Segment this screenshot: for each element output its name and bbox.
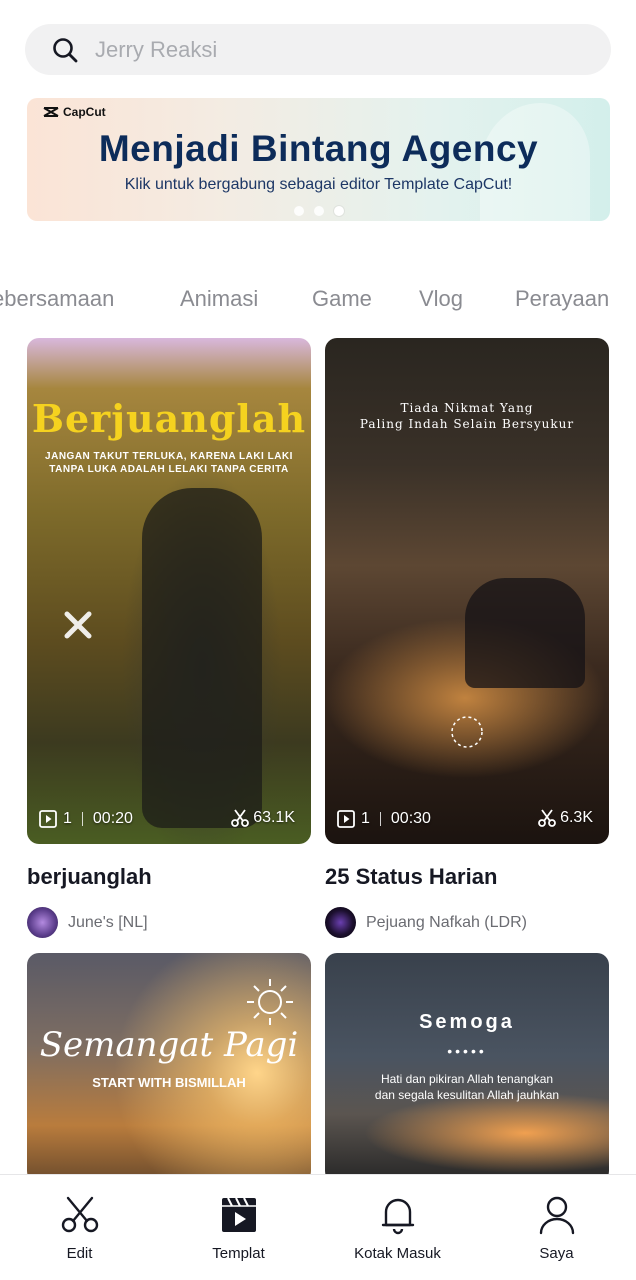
card-author[interactable]: Pejuang Nafkah (LDR) xyxy=(325,907,527,938)
thumbnail-caption: Tiada Nikmat Yang Paling Indah Selain Be… xyxy=(325,400,609,432)
scissors-icon xyxy=(58,1193,102,1237)
x-mark-icon xyxy=(64,611,92,639)
tab-label: Edit xyxy=(66,1245,93,1262)
divider xyxy=(379,812,381,826)
play-square-icon xyxy=(39,810,57,828)
author-name: Pejuang Nafkah (LDR) xyxy=(366,913,527,931)
thumbnail-caption: Hati dan pikiran Allah tenangkan dan seg… xyxy=(325,1071,609,1103)
tab-edit[interactable]: Edit xyxy=(0,1175,159,1280)
search-bar[interactable] xyxy=(25,24,611,75)
thumbnail-figure xyxy=(465,578,585,688)
clapper-icon xyxy=(217,1193,261,1237)
scissors-icon xyxy=(538,809,556,827)
duration: 00:20 xyxy=(92,810,133,827)
ellipsis-ornament: ••••• xyxy=(447,1043,487,1059)
pagination-dot[interactable] xyxy=(293,206,304,216)
usage-info: 63.1K xyxy=(230,808,295,828)
clip-count: 1 xyxy=(361,810,370,827)
play-square-icon xyxy=(337,810,355,828)
category-tabs: ebersamaan Animasi Game Vlog Perayaan xyxy=(0,282,636,318)
banner-pagination xyxy=(27,206,610,216)
capcut-logo-text: CapCut xyxy=(63,105,106,119)
bottom-tab-bar: Edit Templat Kotak Masuk Saya xyxy=(0,1174,636,1280)
thumbnail-title: Semangat Pagi xyxy=(39,1025,299,1065)
template-card-thumbnail[interactable]: Tiada Nikmat Yang Paling Indah Selain Be… xyxy=(325,338,609,844)
template-card-thumbnail[interactable]: Berjuanglah JANGAN TAKUT TERLUKA, KARENA… xyxy=(27,338,311,844)
usage-count: 6.3K xyxy=(560,809,593,826)
clip-info: 1 00:20 xyxy=(39,810,133,828)
thumbnail-figure xyxy=(142,488,262,828)
tab-templat[interactable]: Templat xyxy=(159,1175,318,1280)
search-icon xyxy=(51,36,79,64)
person-icon xyxy=(535,1193,579,1237)
avatar xyxy=(325,907,356,938)
sun-icon xyxy=(247,979,293,1025)
scissors-icon xyxy=(231,809,250,827)
capcut-logo-icon xyxy=(43,107,59,117)
author-name: June's [NL] xyxy=(68,913,148,931)
category-tab[interactable]: ebersamaan xyxy=(0,286,114,312)
clip-count: 1 xyxy=(63,810,72,827)
thumbnail-caption: START WITH BISMILLAH xyxy=(92,1075,246,1090)
thumbnail-title: Berjuanglah xyxy=(31,396,307,441)
category-tab[interactable]: Game xyxy=(312,286,372,312)
avatar xyxy=(27,907,58,938)
usage-count: 63.1K xyxy=(253,809,295,826)
category-tab[interactable]: Animasi xyxy=(180,286,258,312)
thumbnail-caption-line: Hati dan pikiran Allah tenangkan xyxy=(380,1072,554,1086)
pagination-dot-active[interactable] xyxy=(333,206,344,216)
thumbnail-caption-line: dan segala kesulitan Allah jauhkan xyxy=(374,1088,560,1102)
divider xyxy=(81,812,83,826)
thumbnail-title: Semoga xyxy=(419,1011,515,1033)
template-card-thumbnail[interactable]: Semoga ••••• Hati dan pikiran Allah tena… xyxy=(325,953,609,1183)
search-input[interactable] xyxy=(95,36,575,63)
tab-label: Kotak Masuk xyxy=(354,1245,441,1262)
pagination-dot[interactable] xyxy=(313,206,324,216)
tab-label: Saya xyxy=(539,1245,574,1262)
thumbnail-caption-line: JANGAN TAKUT TERLUKA, KARENA LAKI LAKI xyxy=(45,451,293,462)
thumbnail-caption-line: Paling Indah Selain Bersyukur xyxy=(359,417,575,431)
tab-saya[interactable]: Saya xyxy=(477,1175,636,1280)
banner-subtitle: Klik untuk bergabung sebagai editor Temp… xyxy=(124,176,513,193)
clip-info: 1 00:30 xyxy=(337,810,431,828)
template-card-thumbnail[interactable]: Semangat Pagi START WITH BISMILLAH xyxy=(27,953,311,1183)
category-tab[interactable]: Vlog xyxy=(419,286,463,312)
circle-ornament-icon xyxy=(451,716,483,748)
banner-title: Menjadi Bintang Agency xyxy=(98,128,539,169)
capcut-logo: CapCut xyxy=(43,105,106,119)
card-author[interactable]: June's [NL] xyxy=(27,907,148,938)
card-title[interactable]: berjuanglah xyxy=(27,864,152,890)
promo-banner[interactable]: CapCut Menjadi Bintang Agency Klik untuk… xyxy=(27,98,610,221)
bell-icon xyxy=(376,1193,420,1237)
thumbnail-caption: JANGAN TAKUT TERLUKA, KARENA LAKI LAKI T… xyxy=(27,450,311,476)
usage-info: 6.3K xyxy=(537,808,593,828)
thumbnail-caption-line: TANPA LUKA ADALAH LELAKI TANPA CERITA xyxy=(49,464,289,475)
category-tab[interactable]: Perayaan xyxy=(515,286,609,312)
tab-kotak-masuk[interactable]: Kotak Masuk xyxy=(318,1175,477,1280)
duration: 00:30 xyxy=(390,810,431,827)
card-title[interactable]: 25 Status Harian xyxy=(325,864,497,890)
thumbnail-caption-line: Tiada Nikmat Yang xyxy=(400,401,534,415)
tab-label: Templat xyxy=(212,1245,265,1262)
